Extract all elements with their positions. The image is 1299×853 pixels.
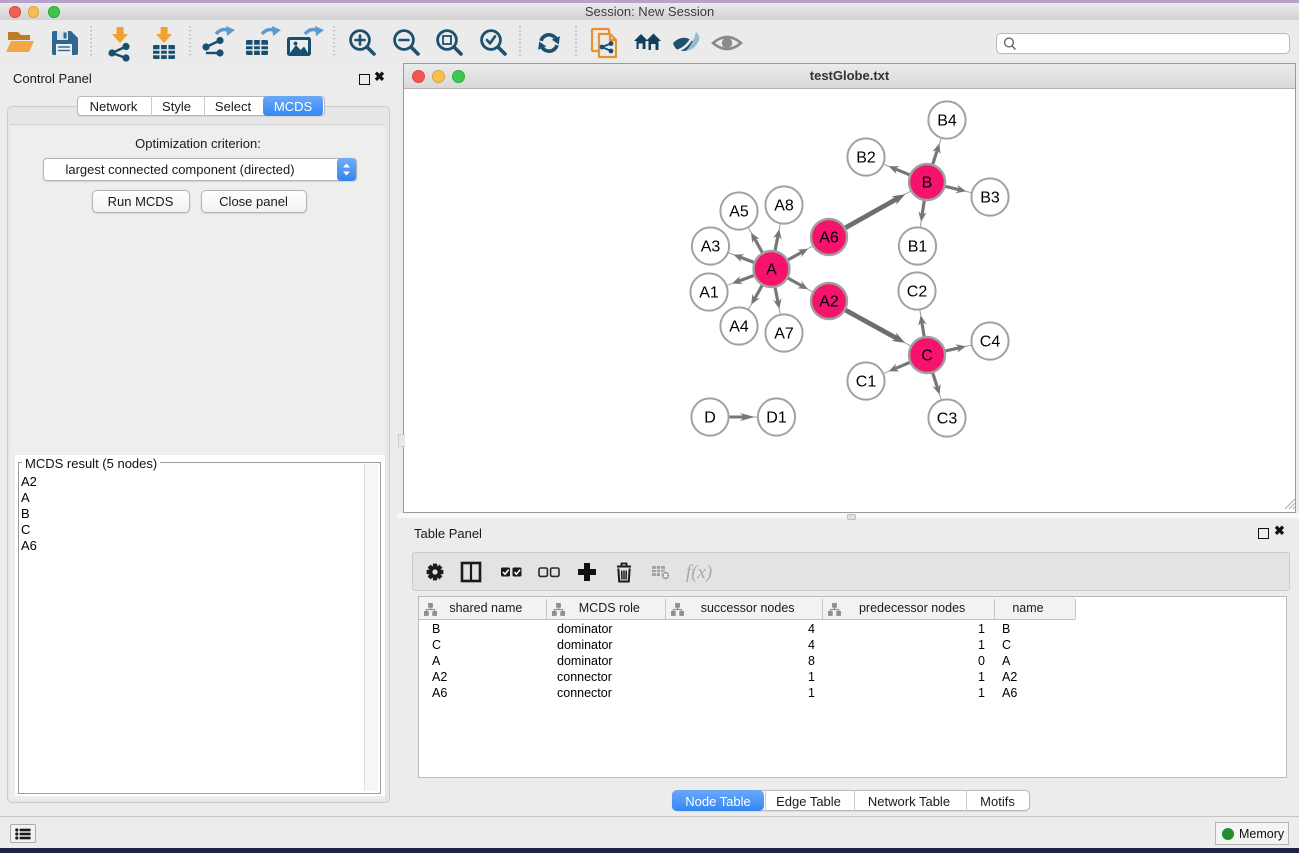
svg-text:B: B <box>922 175 933 192</box>
svg-text:C: C <box>921 348 933 365</box>
svg-text:f(x): f(x) <box>686 562 712 583</box>
svg-text:A1: A1 <box>699 285 719 302</box>
svg-text:C3: C3 <box>937 411 958 428</box>
svg-text:C1: C1 <box>856 374 877 391</box>
svg-text:A8: A8 <box>774 198 794 215</box>
svg-text:A7: A7 <box>774 326 794 343</box>
svg-text:B4: B4 <box>937 113 957 130</box>
svg-text:A4: A4 <box>729 319 749 336</box>
svg-text:A: A <box>766 262 777 279</box>
svg-text:D: D <box>704 410 716 427</box>
svg-text:B1: B1 <box>908 239 928 256</box>
svg-text:B3: B3 <box>980 190 1000 207</box>
svg-text:C2: C2 <box>907 284 928 301</box>
svg-text:A5: A5 <box>729 204 749 221</box>
svg-text:A2: A2 <box>819 294 839 311</box>
svg-text:B2: B2 <box>856 150 876 167</box>
svg-text:A3: A3 <box>701 239 721 256</box>
svg-text:C4: C4 <box>980 334 1001 351</box>
svg-text:D1: D1 <box>766 410 787 427</box>
svg-text:A6: A6 <box>819 230 839 247</box>
